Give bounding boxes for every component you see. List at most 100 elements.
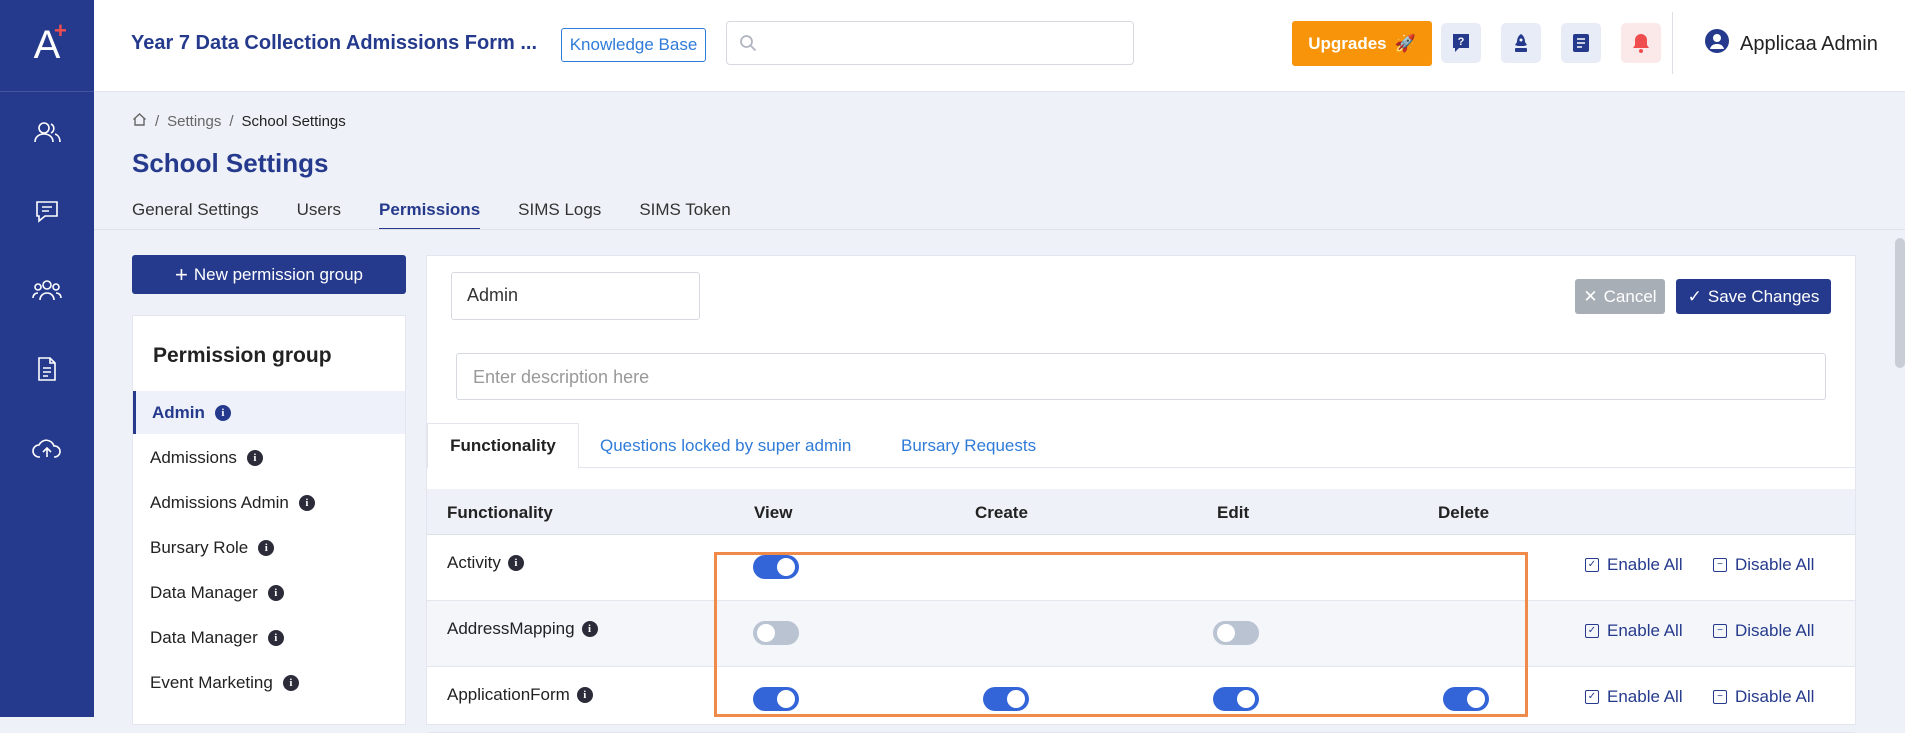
breadcrumb-settings[interactable]: Settings <box>167 113 221 130</box>
permission-group-item[interactable]: Data Manager i <box>133 616 405 659</box>
upgrades-label: Upgrades <box>1308 33 1387 53</box>
help-icon[interactable]: ? <box>1441 23 1481 63</box>
checkbox-checked-icon: ✓ <box>1585 690 1599 704</box>
plus-icon: + <box>175 261 188 287</box>
search-input[interactable] <box>726 21 1134 65</box>
tab-functionality[interactable]: Functionality <box>427 423 579 469</box>
delete-toggle[interactable] <box>1443 687 1489 711</box>
row-name: ApplicationForm i <box>447 685 593 705</box>
notes-icon[interactable] <box>1561 23 1601 63</box>
view-toggle[interactable] <box>753 621 799 645</box>
enable-all-button[interactable]: ✓ Enable All <box>1585 687 1683 707</box>
disable-all-label: Disable All <box>1735 621 1815 640</box>
tab-sims-logs[interactable]: SIMS Logs <box>518 200 601 230</box>
permission-group-item[interactable]: Event Marketing i <box>133 661 405 704</box>
description-input[interactable]: Enter description here <box>456 353 1826 400</box>
form-title: Year 7 Data Collection Admissions Form .… <box>131 32 538 54</box>
disable-all-label: Disable All <box>1735 555 1815 574</box>
info-icon[interactable]: i <box>246 449 263 466</box>
search-icon <box>739 34 757 57</box>
info-icon[interactable]: i <box>507 555 524 571</box>
enable-all-button[interactable]: ✓ Enable All <box>1585 555 1683 575</box>
disable-all-button[interactable]: − Disable All <box>1713 555 1814 575</box>
bell-icon[interactable] <box>1621 23 1661 63</box>
functionality-tabs: Functionality Questions locked by super … <box>427 423 1855 469</box>
permission-group-item[interactable]: Data Manager i <box>133 571 405 614</box>
permission-group-label: Data Manager <box>150 582 258 602</box>
new-permission-group-label: New permission group <box>193 264 363 284</box>
breadcrumb-current: School Settings <box>241 113 346 130</box>
permission-group-item[interactable]: Admissions Admin i <box>133 481 405 524</box>
permission-group-label: Admissions Admin <box>150 492 289 512</box>
group-name-input[interactable]: Admin <box>451 272 700 320</box>
checkbox-checked-icon: ✓ <box>1585 558 1599 572</box>
table-row: AddressMapping i ✓ Enable All − Disable … <box>427 601 1855 667</box>
edit-toggle[interactable] <box>1213 621 1259 645</box>
tab-sims-token[interactable]: SIMS Token <box>639 200 730 230</box>
breadcrumb-separator: / <box>155 113 160 130</box>
enable-all-label: Enable All <box>1607 621 1683 640</box>
save-label: Save Changes <box>1707 286 1820 306</box>
view-toggle[interactable] <box>753 687 799 711</box>
tabs-divider <box>94 229 1905 230</box>
info-icon[interactable]: i <box>267 629 284 646</box>
info-icon[interactable]: i <box>258 539 275 556</box>
disable-all-button[interactable]: − Disable All <box>1713 621 1814 641</box>
document-icon[interactable] <box>0 349 94 389</box>
create-toggle[interactable] <box>983 687 1029 711</box>
row-name: AddressMapping i <box>447 619 598 639</box>
permission-group-item[interactable]: Admin i <box>133 391 405 434</box>
group-icon[interactable] <box>0 270 94 310</box>
view-toggle[interactable] <box>753 555 799 579</box>
page-scrollbar[interactable] <box>1895 238 1905 368</box>
rocket-emoji: 🚀 <box>1394 33 1416 53</box>
tab-general-settings[interactable]: General Settings <box>132 200 259 230</box>
breadcrumb: / Settings / School Settings <box>132 112 346 131</box>
info-icon[interactable]: i <box>267 584 284 601</box>
permission-group-item[interactable]: Bursary Role i <box>133 526 405 569</box>
info-icon[interactable]: i <box>214 404 231 421</box>
enable-all-label: Enable All <box>1607 687 1683 706</box>
permission-group-label: Data Manager <box>150 627 258 647</box>
tab-users[interactable]: Users <box>297 200 341 230</box>
users-icon[interactable] <box>0 112 94 152</box>
column-view: View <box>754 503 793 522</box>
user-avatar-icon <box>1704 28 1730 60</box>
rocket-icon[interactable] <box>1501 23 1541 63</box>
permission-group-item[interactable]: Admissions i <box>133 436 405 479</box>
user-name: Applicaa Admin <box>1740 32 1878 55</box>
new-permission-group-button[interactable]: + New permission group <box>132 255 406 294</box>
info-icon[interactable]: i <box>282 674 299 691</box>
permission-group-label: Admissions <box>150 447 237 467</box>
svg-text:?: ? <box>1458 36 1465 48</box>
knowledge-base-button[interactable]: Knowledge Base <box>561 28 706 62</box>
enable-all-button[interactable]: ✓ Enable All <box>1585 621 1683 641</box>
user-menu[interactable]: Applicaa Admin <box>1704 28 1878 60</box>
tab-bursary-requests[interactable]: Bursary Requests <box>901 423 1036 468</box>
permission-group-label: Bursary Role <box>150 537 249 557</box>
home-icon[interactable] <box>132 112 147 131</box>
cancel-button[interactable]: ✕ Cancel <box>1575 279 1665 314</box>
info-icon[interactable]: i <box>576 687 593 703</box>
app-logo[interactable]: A + <box>0 0 94 92</box>
column-delete: Delete <box>1438 503 1490 522</box>
checkbox-checked-icon: ✓ <box>1585 624 1599 638</box>
enable-all-label: Enable All <box>1607 555 1683 574</box>
permission-group-label: Admin <box>152 402 205 422</box>
tab-questions-locked[interactable]: Questions locked by super admin <box>600 423 851 468</box>
info-icon[interactable]: i <box>298 494 315 511</box>
save-changes-button[interactable]: ✓ Save Changes <box>1676 279 1831 314</box>
breadcrumb-separator: / <box>229 113 234 130</box>
checkbox-minus-icon: − <box>1713 624 1727 638</box>
row-name: Activity i <box>447 553 524 573</box>
tab-permissions[interactable]: Permissions <box>379 200 481 230</box>
row-label: Activity <box>447 553 501 572</box>
upgrades-button[interactable]: Upgrades 🚀 <box>1292 21 1432 66</box>
permission-group-label: Event Marketing <box>150 672 273 692</box>
disable-all-button[interactable]: − Disable All <box>1713 687 1814 707</box>
cloud-upload-icon[interactable] <box>0 428 94 468</box>
chat-icon[interactable] <box>0 191 94 231</box>
info-icon[interactable]: i <box>581 621 598 637</box>
permission-group-panel: Permission group Admin i Admissions i Ad… <box>132 315 406 725</box>
edit-toggle[interactable] <box>1213 687 1259 711</box>
